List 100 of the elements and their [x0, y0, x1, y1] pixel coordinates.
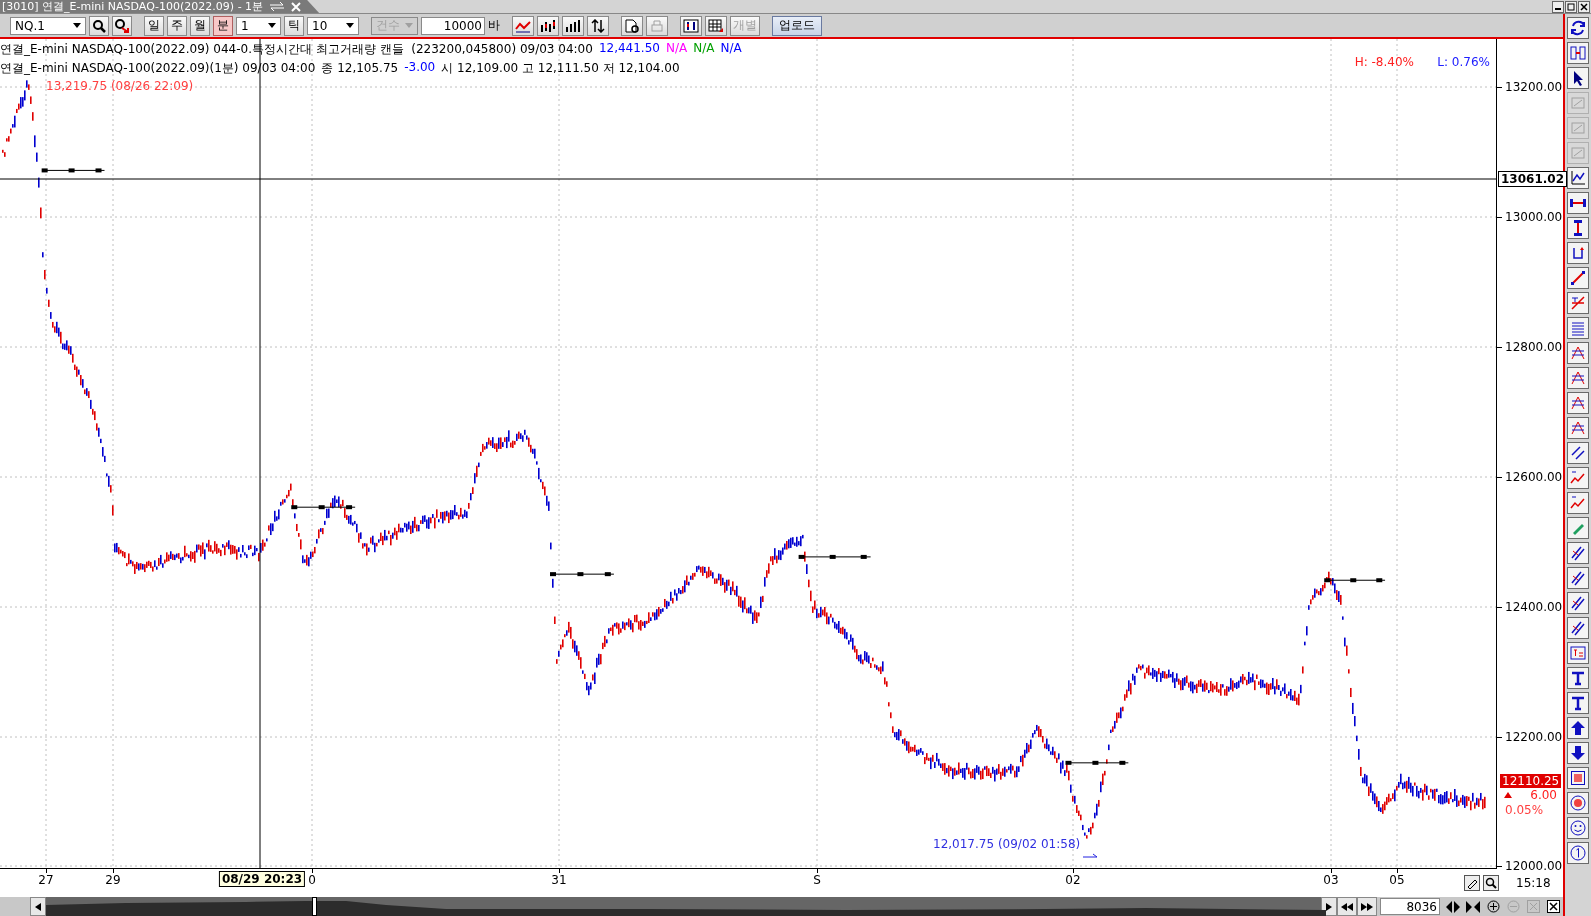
- search-button[interactable]: [1483, 875, 1499, 891]
- close-button[interactable]: [1578, 0, 1590, 13]
- interval-dropdown[interactable]: 1: [236, 16, 281, 35]
- tick-dropdown[interactable]: 10: [307, 16, 359, 35]
- legend-text: N/A: [720, 41, 742, 57]
- export-button[interactable]: [621, 15, 643, 36]
- drawing-tool-button[interactable]: [1567, 842, 1589, 864]
- circle-icon: [1569, 794, 1587, 812]
- zoom-in-icon: [1486, 900, 1500, 913]
- fib-icon: [1569, 344, 1587, 362]
- symbol-dropdown[interactable]: NQ.1: [10, 16, 86, 35]
- level-marker: [1065, 760, 1129, 765]
- drawing-tool-button[interactable]: [1567, 442, 1589, 464]
- candle-chart-icon: [540, 18, 556, 33]
- drawing-tool-button[interactable]: [1567, 567, 1589, 589]
- level-marker: [291, 505, 356, 510]
- legend-text: 연결_E-mini NASDAQ-100(2022.09) 044-0.특정시간대 최고거래량 캔들 (223200,045800) 09/03 04:00: [0, 41, 593, 58]
- number-icon: [1569, 844, 1587, 862]
- drawing-tool-button[interactable]: [1567, 542, 1589, 564]
- fit-icon: [1569, 44, 1587, 62]
- date-tick-label: 29: [105, 873, 121, 887]
- drawing-tool-button[interactable]: [1567, 267, 1589, 289]
- level-marker: [41, 168, 105, 173]
- channel-icon: [1569, 544, 1587, 562]
- legend-text: 연결_E-mini NASDAQ-100(2022.09)(1분) 09/03 04:00: [0, 60, 316, 77]
- shape-icon: [1569, 144, 1587, 162]
- drawing-tool-button[interactable]: [1567, 692, 1589, 714]
- price-tick-label: 13000.00: [1505, 210, 1563, 224]
- close-icon: [1580, 2, 1588, 11]
- legend-text: 시 12,109.00 고 12,111.50 저 12,104.00: [441, 60, 680, 77]
- smile-icon: [1569, 819, 1587, 837]
- page-back-button[interactable]: [1337, 897, 1357, 916]
- date-tick-label: 05: [1389, 873, 1405, 887]
- square-icon: [1569, 769, 1587, 787]
- high-price-label: 13,219.75 (08/26 22:09): [46, 79, 194, 93]
- page-forward-button[interactable]: [1357, 897, 1377, 916]
- bar-count-field[interactable]: 10000: [421, 16, 485, 35]
- shape-icon: [1569, 119, 1587, 137]
- drawing-tool-button[interactable]: [1567, 17, 1589, 39]
- bowtie-icon: [1466, 900, 1480, 913]
- swap-icon: [269, 2, 286, 11]
- legend-text: -3.00: [404, 60, 436, 76]
- chart-style-button[interactable]: [562, 15, 584, 36]
- drawing-tool-button[interactable]: [1567, 217, 1589, 239]
- textbox-icon: [1569, 644, 1587, 662]
- sort-button[interactable]: [587, 15, 609, 36]
- zoom-out-icon: [1506, 900, 1520, 913]
- drawing-tool-button[interactable]: [1567, 817, 1589, 839]
- drawing-tool-button[interactable]: [1567, 67, 1589, 89]
- close-icon: [1546, 900, 1560, 913]
- drawing-tool-button[interactable]: [1567, 767, 1589, 789]
- parallel-icon: [1569, 444, 1587, 462]
- right-arrow-icon: [1326, 902, 1332, 911]
- down-icon: [1569, 744, 1587, 762]
- grid-icon: [708, 18, 724, 33]
- window-tab[interactable]: [3010] 연결_E-mini NASDAQ-100(2022.09) - 1분: [0, 0, 320, 13]
- drawing-tool-button[interactable]: [1567, 717, 1589, 739]
- close-icon[interactable]: [291, 1, 302, 12]
- legend-text: N/A: [693, 41, 715, 57]
- drawing-tool-button[interactable]: [1567, 592, 1589, 614]
- drawing-tool-button[interactable]: [1567, 192, 1589, 214]
- date-tick-label: 31: [551, 873, 567, 887]
- legend-text: N/A: [665, 41, 688, 57]
- maximize-button[interactable]: [1565, 0, 1577, 13]
- drawing-tool-button[interactable]: [1567, 242, 1589, 264]
- date-tick-label: 03: [1323, 873, 1339, 887]
- table-button[interactable]: [705, 15, 727, 36]
- channel-icon: [1569, 594, 1587, 612]
- minimize-button[interactable]: [1552, 0, 1564, 13]
- printer-icon: [649, 18, 665, 33]
- search-button[interactable]: [89, 15, 109, 36]
- draw-button[interactable]: [1464, 875, 1480, 891]
- upload-button[interactable]: 업로드: [772, 15, 822, 36]
- scroll-thumb[interactable]: [312, 897, 317, 916]
- up-triangle-icon: [1504, 792, 1512, 798]
- magnifier-arrow-icon: [115, 18, 129, 33]
- drawing-tool-button[interactable]: [1567, 667, 1589, 689]
- period-tab[interactable]: 주: [167, 15, 187, 36]
- period-tab[interactable]: 월: [190, 15, 210, 36]
- chart-style-button[interactable]: [537, 15, 559, 36]
- up-down-arrows-icon: [590, 18, 606, 33]
- drawing-tool-button[interactable]: [1567, 617, 1589, 639]
- symbol-search-button[interactable]: [112, 15, 132, 36]
- search-icon: [1485, 877, 1497, 889]
- drawing-tool-button[interactable]: [1567, 742, 1589, 764]
- chart-settings-button[interactable]: [680, 15, 702, 36]
- diag-icon: [1569, 269, 1587, 287]
- page-count-field[interactable]: 8036: [1380, 898, 1440, 915]
- scroll-left-button[interactable]: [30, 897, 46, 916]
- drawing-tool-button[interactable]: [1567, 792, 1589, 814]
- lines-icon: [1569, 319, 1587, 337]
- period-tab[interactable]: 일: [144, 15, 164, 36]
- price-tick-label: 12000.00: [1505, 859, 1563, 873]
- fast-forward-icon: [1361, 902, 1373, 911]
- up-icon: [1569, 719, 1587, 737]
- drawing-tool-button[interactable]: [1567, 167, 1589, 189]
- tick-button[interactable]: 틱: [284, 15, 304, 36]
- price-change-label: 6.00: [1530, 788, 1557, 802]
- period-tab[interactable]: 분: [213, 15, 233, 36]
- price-tick-label: 13200.00: [1505, 80, 1563, 94]
